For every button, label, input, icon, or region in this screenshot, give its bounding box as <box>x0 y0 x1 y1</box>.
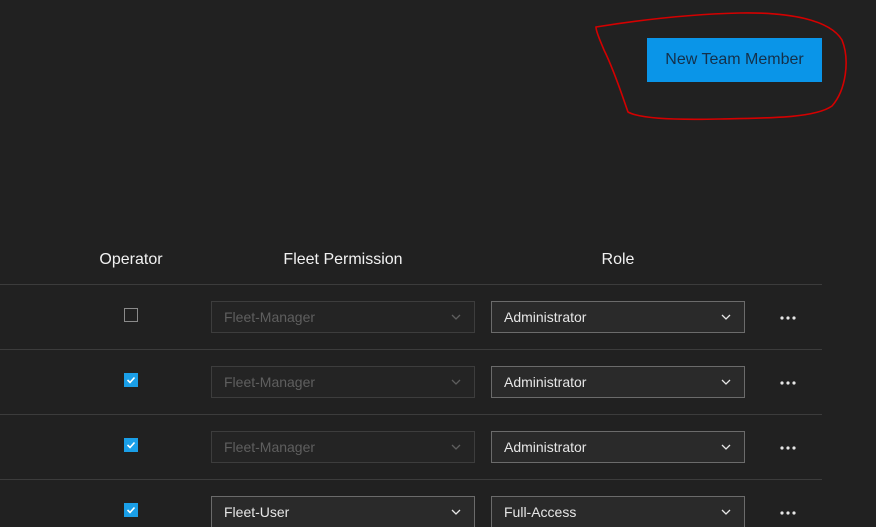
fleet-permission-select: Fleet-Manager <box>211 366 475 398</box>
table-row: Fleet-Manager Administrator <box>0 285 876 349</box>
checkmark-icon <box>126 376 136 384</box>
fleet-permission-select: Fleet-Manager <box>211 301 475 333</box>
table-row: Fleet-User Full-Access <box>0 480 876 527</box>
more-horizontal-icon[interactable] <box>778 510 798 516</box>
more-horizontal-icon[interactable] <box>778 315 798 321</box>
table-row: Fleet-Manager Administrator <box>0 350 876 414</box>
checkmark-icon <box>126 506 136 514</box>
chevron-down-icon <box>721 379 731 385</box>
more-horizontal-icon[interactable] <box>778 380 798 386</box>
role-value: Administrator <box>504 309 587 325</box>
operator-checkbox[interactable] <box>124 308 138 322</box>
column-header-role: Role <box>601 251 635 268</box>
fleet-permission-value: Fleet-Manager <box>224 439 316 455</box>
fleet-permission-value: Fleet-Manager <box>224 309 316 325</box>
checkmark-icon <box>126 441 136 449</box>
chevron-down-icon <box>451 444 461 450</box>
chevron-down-icon <box>451 379 461 385</box>
operator-checkbox[interactable] <box>124 373 138 387</box>
fleet-permission-value: Fleet-Manager <box>224 374 316 390</box>
role-select[interactable]: Administrator <box>491 431 745 463</box>
operator-checkbox[interactable] <box>124 438 138 452</box>
chevron-down-icon <box>451 509 461 515</box>
chevron-down-icon <box>721 314 731 320</box>
column-header-fleet-permission: Fleet Permission <box>283 251 403 268</box>
fleet-permission-select[interactable]: Fleet-User <box>211 496 475 527</box>
role-select[interactable]: Administrator <box>491 301 745 333</box>
chevron-down-icon <box>721 444 731 450</box>
table-row: Fleet-Manager Administrator <box>0 415 876 479</box>
team-members-page: New Team Member Operator Fleet Permissio… <box>0 0 876 527</box>
role-select[interactable]: Administrator <box>491 366 745 398</box>
new-team-member-button[interactable]: New Team Member <box>647 38 822 82</box>
fleet-permission-value: Fleet-User <box>224 504 290 520</box>
role-value: Administrator <box>504 374 587 390</box>
role-select[interactable]: Full-Access <box>491 496 745 527</box>
more-horizontal-icon[interactable] <box>778 445 798 451</box>
chevron-down-icon <box>721 509 731 515</box>
operator-checkbox[interactable] <box>124 503 138 517</box>
role-value: Administrator <box>504 439 587 455</box>
column-header-operator: Operator <box>99 251 163 268</box>
chevron-down-icon <box>451 314 461 320</box>
role-value: Full-Access <box>504 504 577 520</box>
fleet-permission-select: Fleet-Manager <box>211 431 475 463</box>
